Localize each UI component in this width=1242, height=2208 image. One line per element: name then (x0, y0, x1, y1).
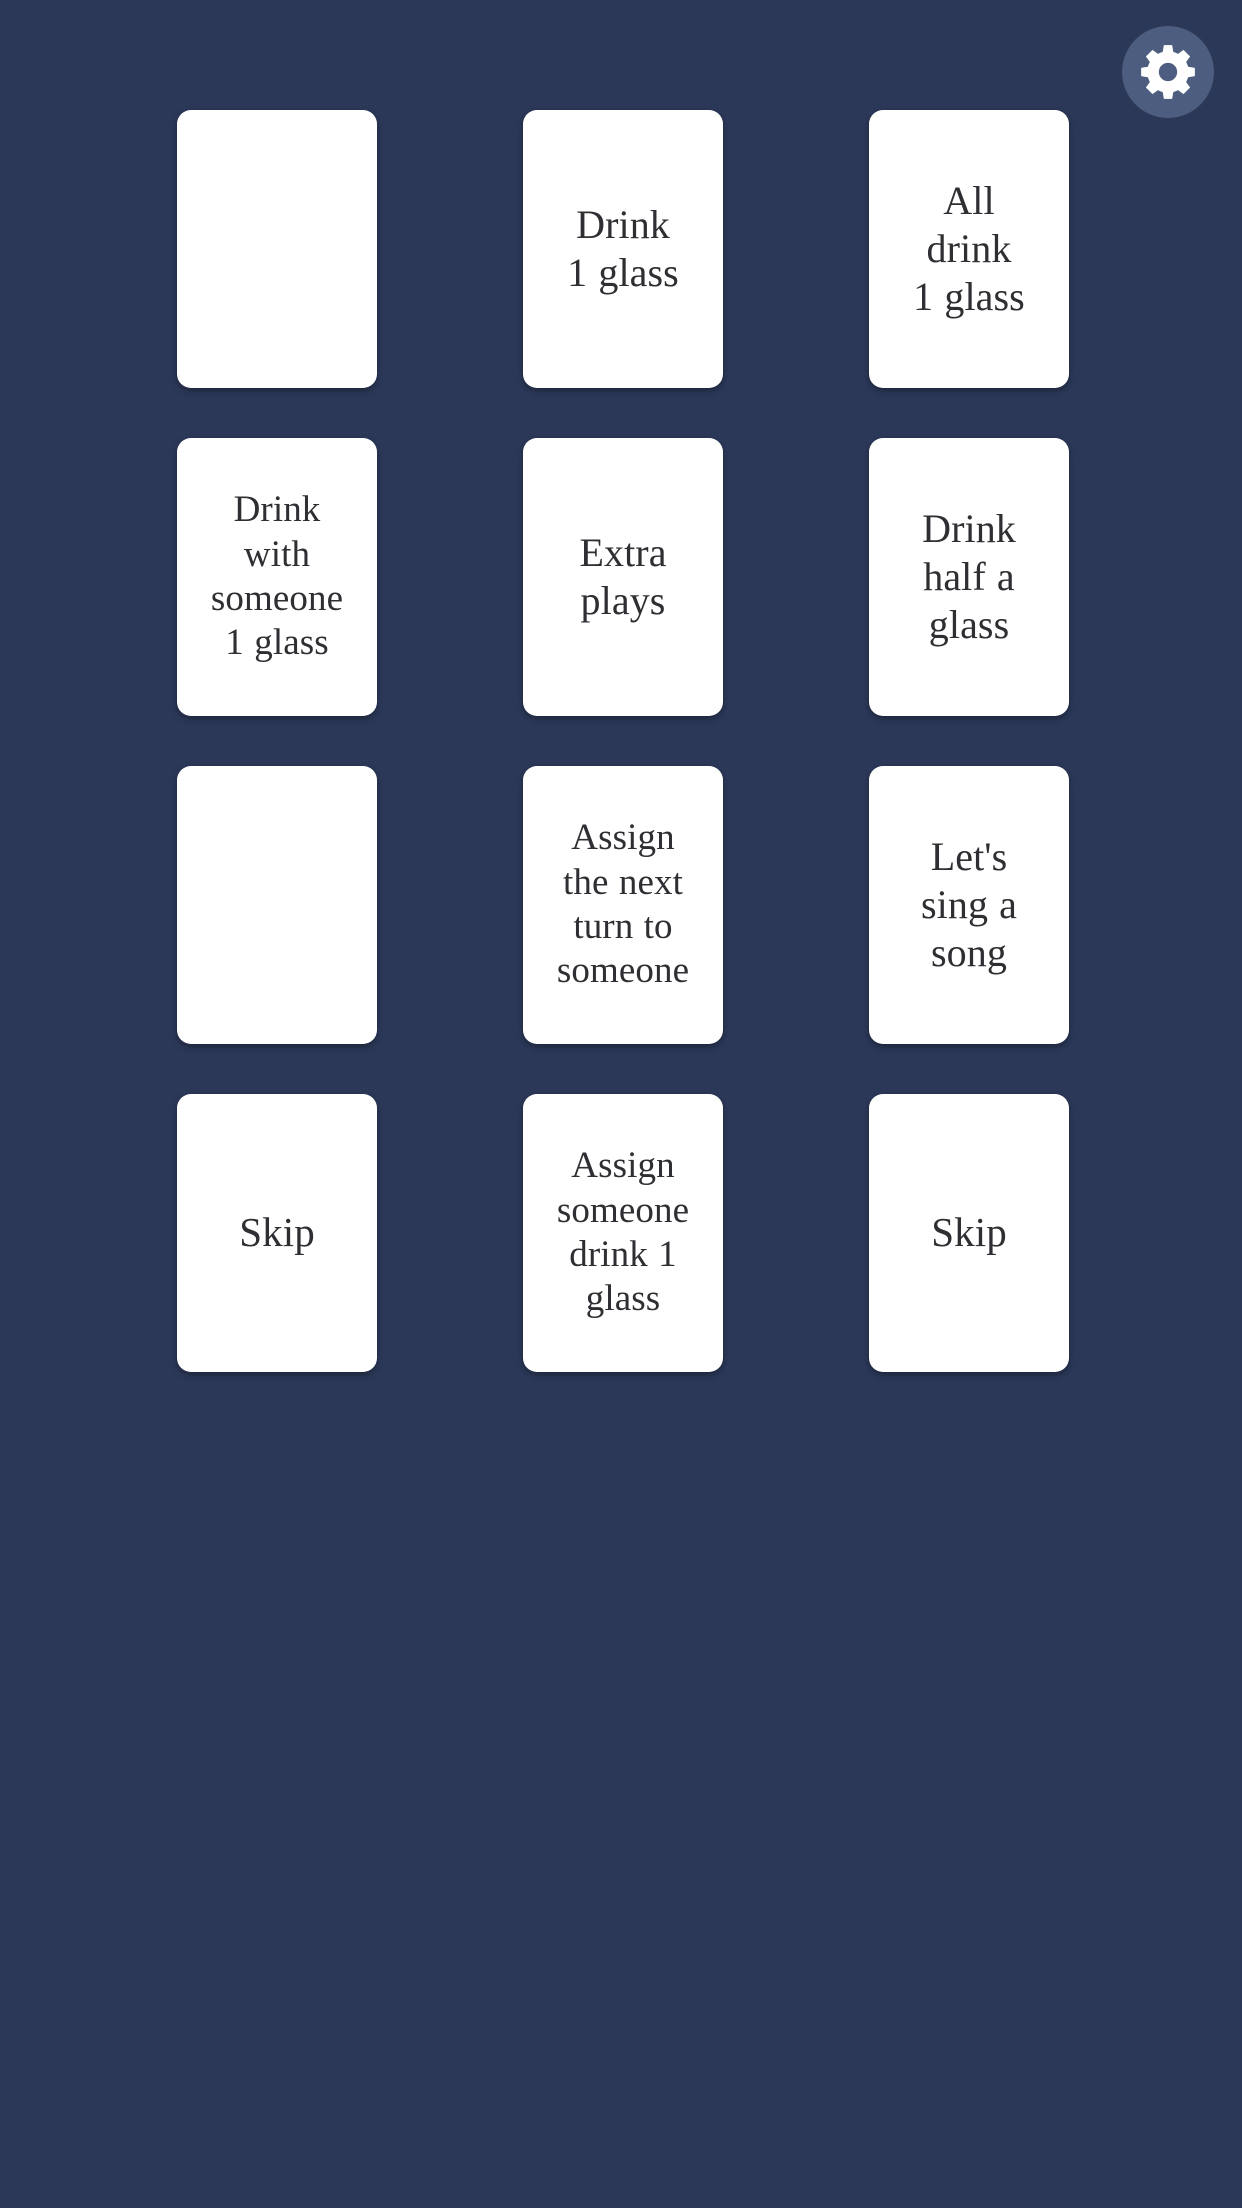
card-grid: Drink 1 glass All drink 1 glass Drink wi… (0, 110, 1242, 1372)
game-card[interactable]: Assign someone drink 1 glass (523, 1094, 723, 1372)
game-card[interactable]: Drink half a glass (869, 438, 1069, 716)
card-label: Assign the next turn to someone (556, 817, 690, 992)
game-card[interactable]: Skip (177, 1094, 377, 1372)
game-card[interactable]: Extra plays (523, 438, 723, 716)
game-card[interactable]: Drink 1 glass (523, 110, 723, 388)
card-label: Extra plays (579, 530, 667, 623)
game-board-screen: Drink 1 glass All drink 1 glass Drink wi… (0, 0, 1242, 2208)
card-label: Drink 1 glass (567, 202, 679, 295)
card-label: Skip (239, 1209, 315, 1256)
card-label: Assign someone drink 1 glass (556, 1145, 690, 1320)
settings-button[interactable] (1122, 26, 1214, 118)
card-label: Let's sing a song (920, 834, 1018, 975)
card-label: Drink with someone 1 glass (210, 489, 344, 664)
game-card[interactable] (177, 110, 377, 388)
game-card[interactable]: All drink 1 glass (869, 110, 1069, 388)
gear-icon (1137, 41, 1199, 103)
game-card[interactable]: Skip (869, 1094, 1069, 1372)
game-card[interactable]: Let's sing a song (869, 766, 1069, 1044)
card-label: All drink 1 glass (913, 178, 1025, 319)
card-label: Drink half a glass (922, 506, 1016, 647)
game-card[interactable]: Assign the next turn to someone (523, 766, 723, 1044)
game-card[interactable] (177, 766, 377, 1044)
game-card[interactable]: Drink with someone 1 glass (177, 438, 377, 716)
card-label: Skip (931, 1209, 1007, 1256)
